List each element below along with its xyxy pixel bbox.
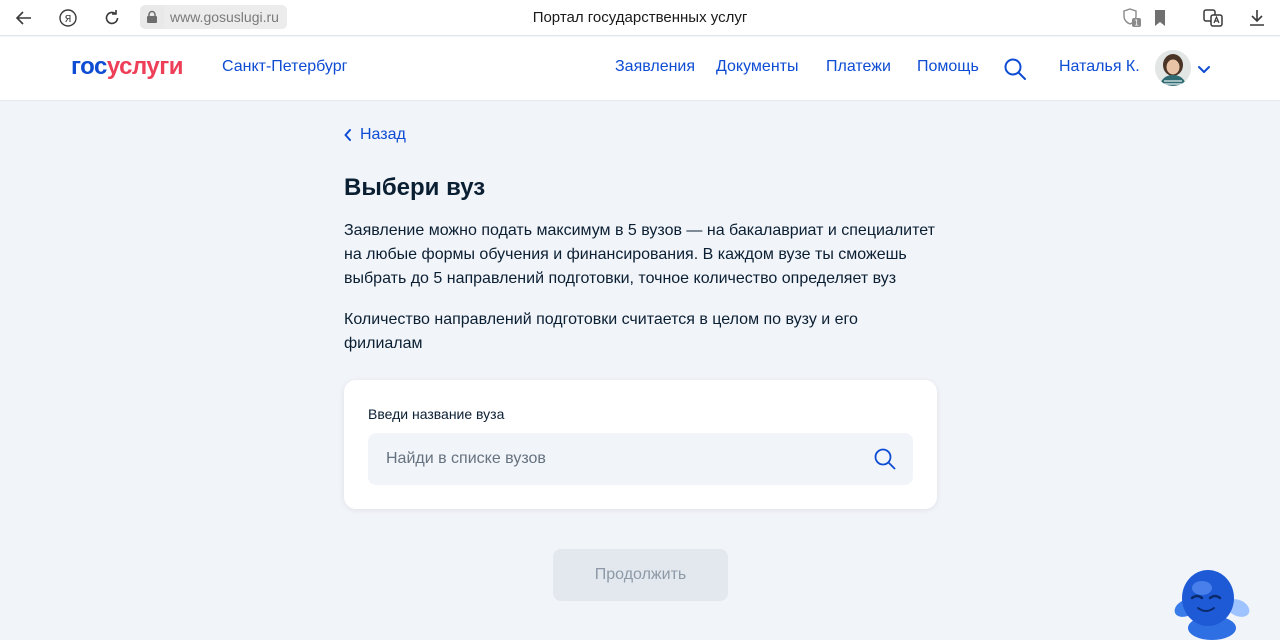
lock-icon <box>140 5 164 29</box>
nav-documents[interactable]: Документы <box>716 58 798 76</box>
continue-button[interactable]: Продолжить <box>553 549 728 601</box>
shield-badge-count: 1 <box>1134 19 1139 28</box>
avatar[interactable] <box>1155 50 1191 86</box>
address-bar[interactable]: www.gosuslugi.ru <box>140 5 287 29</box>
reload-icon[interactable] <box>100 6 124 30</box>
description-paragraph-1: Заявление можно подать максимум в 5 вузо… <box>344 219 944 291</box>
url-text[interactable]: www.gosuslugi.ru <box>164 5 287 29</box>
university-search-field[interactable] <box>368 433 913 485</box>
robot-assistant-icon[interactable] <box>1170 566 1254 640</box>
description-line: Заявление можно подать максимум в 5 вузо… <box>344 222 935 239</box>
yandex-icon[interactable]: Я <box>56 6 80 30</box>
university-search-input[interactable] <box>368 433 858 485</box>
description-line: выбрать до 5 направлений подготовки, точ… <box>344 270 897 287</box>
description-line: на любые формы обучения и финансирования… <box>344 246 907 263</box>
logo-part-gos: гос <box>71 53 107 80</box>
university-field-label: Введи название вуза <box>368 406 505 422</box>
svg-text:Я: Я <box>65 14 72 25</box>
nav-help[interactable]: Помощь <box>917 58 979 76</box>
nav-payments[interactable]: Платежи <box>826 58 891 76</box>
back-link[interactable]: Назад <box>344 126 406 144</box>
protect-shield-icon[interactable]: 1 <box>1120 6 1144 30</box>
bookmark-icon[interactable] <box>1148 6 1172 30</box>
site-header: госуслуги Санкт-Петербург Заявления Доку… <box>0 37 1280 101</box>
user-name[interactable]: Наталья К. <box>1059 58 1140 76</box>
translate-icon[interactable] <box>1201 6 1225 30</box>
description-line: Количество направлений подготовки считае… <box>344 311 858 328</box>
back-link-label: Назад <box>360 126 406 143</box>
chevron-down-icon[interactable] <box>1196 61 1212 77</box>
logo-part-uslugi: услуги <box>106 53 184 80</box>
search-icon[interactable] <box>873 447 897 471</box>
page-title: Выбери вуз <box>344 174 486 201</box>
region-selector[interactable]: Санкт-Петербург <box>222 58 347 76</box>
gosuslugi-logo[interactable]: госуслуги <box>71 53 184 81</box>
university-search-card: Введи название вуза <box>344 380 937 509</box>
nav-applications[interactable]: Заявления <box>615 58 695 76</box>
search-icon[interactable] <box>1003 57 1027 81</box>
browser-toolbar: Я www.gosuslugi.ru Портал государственны… <box>0 0 1280 36</box>
download-icon[interactable] <box>1245 6 1269 30</box>
description-paragraph-2: Количество направлений подготовки считае… <box>344 308 944 356</box>
back-arrow-icon[interactable] <box>12 6 36 30</box>
description-line: филиалам <box>344 335 423 352</box>
chevron-left-icon <box>344 129 351 141</box>
